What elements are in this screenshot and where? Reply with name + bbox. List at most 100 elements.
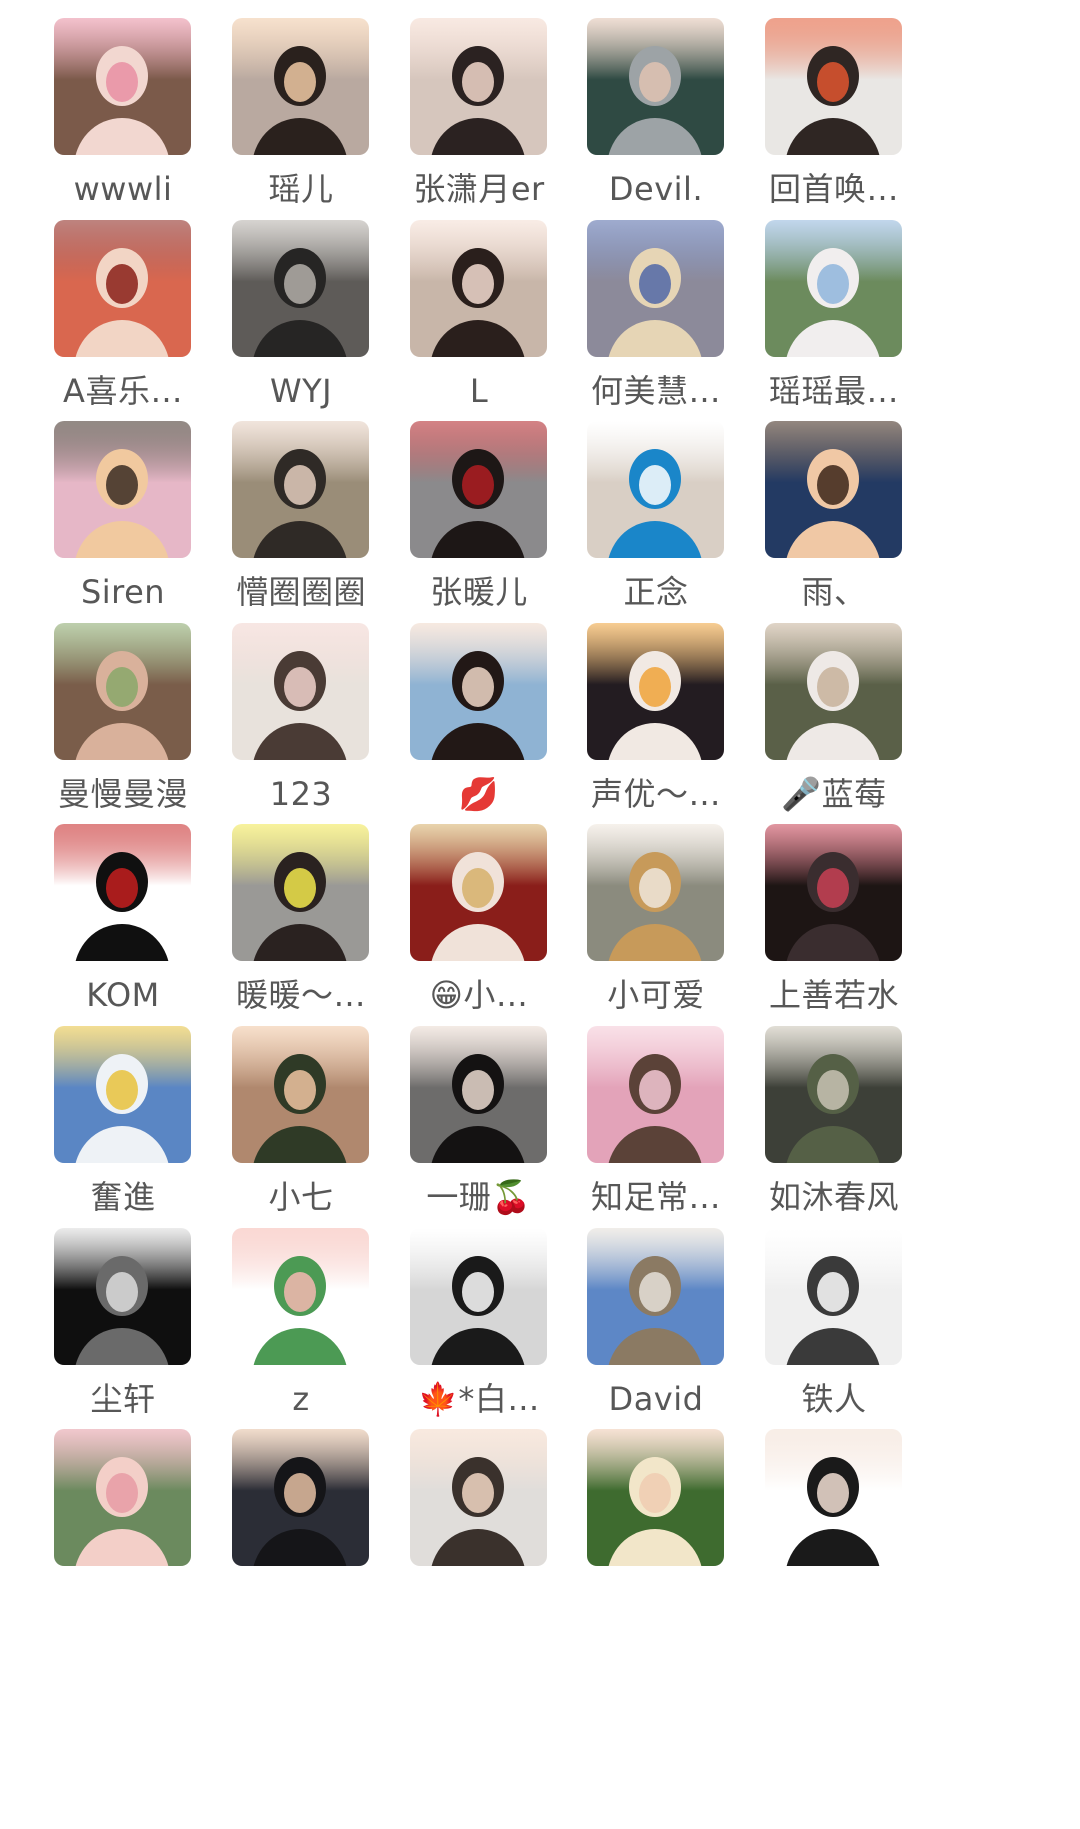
avatar-red-calligraphy-art[interactable] — [54, 220, 191, 357]
member-cell[interactable]: 💋 — [376, 623, 582, 849]
avatar-dark-spotlight-figure[interactable] — [54, 1228, 191, 1365]
avatar-cyclists-mountain-road-photo[interactable] — [587, 1228, 724, 1365]
avatar-woman-selfie-portrait-photo[interactable] — [410, 18, 547, 155]
member-cell[interactable]: 何美慧… — [553, 220, 759, 446]
member-cell[interactable]: 小七 — [198, 1026, 404, 1252]
member-cell[interactable] — [198, 1429, 404, 1655]
member-cell[interactable]: z — [198, 1228, 404, 1454]
avatar-woman-crowd-night-photo[interactable] — [232, 1429, 369, 1566]
member-name: 奮進 — [90, 1178, 156, 1216]
member-name: David — [608, 1380, 704, 1418]
member-name: z — [292, 1380, 310, 1418]
member-cell[interactable]: KOM — [20, 824, 226, 1050]
avatar-girl-lying-in-garden-photo[interactable] — [765, 623, 902, 760]
member-cell[interactable]: WYJ — [198, 220, 404, 446]
avatar-buddha-statue-pink-sky-photo[interactable] — [587, 1026, 724, 1163]
member-cell[interactable]: 张暖儿 — [376, 421, 582, 647]
avatar-face-covered-by-hands-painted-photo[interactable] — [765, 18, 902, 155]
member-cell[interactable]: 瑶儿 — [198, 18, 404, 244]
avatar-woman-arms-raised-sunset-photo[interactable] — [232, 1026, 369, 1163]
member-cell[interactable]: 张潇月er — [376, 18, 582, 244]
member-name: 曼慢曼漫 — [57, 775, 188, 813]
avatar-girl-with-cat-photo[interactable] — [410, 220, 547, 357]
member-cell[interactable]: 123 — [198, 623, 404, 849]
member-cell[interactable]: 铁人 — [731, 1228, 937, 1454]
avatar-woman-red-scarf-portrait-photo[interactable] — [410, 421, 547, 558]
member-name: 小七 — [268, 1178, 334, 1216]
avatar-girl-with-giraffes-photo[interactable] — [587, 824, 724, 961]
avatar-little-girl-sitting-photo[interactable] — [232, 421, 369, 558]
member-cell[interactable]: 正念 — [553, 421, 759, 647]
avatar-woman-black-feathers-photo[interactable] — [410, 1026, 547, 1163]
avatar-illustrated-girl-with-bear[interactable] — [587, 623, 724, 760]
member-name: 暖暖～… — [235, 976, 366, 1014]
member-cell[interactable]: 一珊🍒 — [376, 1026, 582, 1252]
avatar-cat-face-pink-hood-photo[interactable] — [54, 421, 191, 558]
member-cell[interactable]: A喜乐… — [20, 220, 226, 446]
avatar-pink-bow-wedding-photo[interactable] — [54, 1429, 191, 1566]
member-name: Siren — [80, 573, 166, 611]
member-cell[interactable]: 声优～… — [553, 623, 759, 849]
avatar-ink-painting-swordsman[interactable] — [410, 1228, 547, 1365]
avatar-black-calligraphy-characters[interactable] — [54, 824, 191, 961]
member-name: 正念 — [623, 573, 689, 611]
member-cell[interactable]: Siren — [20, 421, 226, 647]
member-cell[interactable]: 小可爱 — [553, 824, 759, 1050]
member-cell[interactable]: 曼慢曼漫 — [20, 623, 226, 849]
member-cell[interactable]: 奮進 — [20, 1026, 226, 1252]
member-cell[interactable]: wwwli — [20, 18, 226, 244]
avatar-girl-at-sunset-sea-photo[interactable] — [232, 18, 369, 155]
avatar-cartoon-green-hair-boy[interactable] — [232, 1228, 369, 1365]
member-name: 🎤蓝莓 — [781, 775, 887, 813]
member-cell[interactable]: 懵圈圈圈 — [198, 421, 404, 647]
member-cell[interactable] — [20, 1429, 226, 1655]
member-cell[interactable] — [731, 1429, 937, 1655]
member-cell[interactable]: 😁小… — [376, 824, 582, 1050]
member-name: 声优～… — [590, 775, 721, 813]
avatar-hello-kitty-train-window-photo[interactable] — [765, 220, 902, 357]
member-cell[interactable]: 🎤蓝莓 — [731, 623, 937, 849]
member-name: 123 — [269, 775, 333, 813]
avatar-man-in-suit-portrait-photo[interactable] — [587, 18, 724, 155]
avatar-soldiers-group-photo[interactable] — [765, 1026, 902, 1163]
member-cell[interactable]: Devil. — [553, 18, 759, 244]
member-name — [376, 1579, 582, 1621]
member-cell[interactable]: 🍁*白… — [376, 1228, 582, 1454]
member-cell[interactable]: 如沐春风 — [731, 1026, 937, 1252]
avatar-anime-girl-praying[interactable] — [232, 623, 369, 760]
avatar-cartoon-boy-headband[interactable] — [765, 421, 902, 558]
avatar-car-interior-steering-wheel-photo[interactable] — [232, 220, 369, 357]
avatar-woman-floral-dress-forest-photo[interactable] — [587, 1429, 724, 1566]
avatar-woman-wind-hair-photo[interactable] — [410, 623, 547, 760]
avatar-toddler-at-table-photo[interactable] — [410, 1429, 547, 1566]
avatar-girl-in-white-hanfu-photo[interactable] — [410, 824, 547, 961]
member-cell[interactable]: L — [376, 220, 582, 446]
member-name: 懵圈圈圈 — [235, 573, 366, 611]
avatar-doraemon-cartoon[interactable] — [587, 421, 724, 558]
member-name: 何美慧… — [590, 372, 721, 410]
member-name: WYJ — [269, 372, 333, 410]
member-name: 小可爱 — [607, 976, 705, 1014]
member-cell[interactable]: 暖暖～… — [198, 824, 404, 1050]
member-name: 张潇月er — [413, 170, 545, 208]
avatar-woman-profile-yellow-shape[interactable] — [232, 824, 369, 961]
member-cell[interactable] — [553, 1429, 759, 1655]
avatar-fighter-jet-carrier-photo[interactable] — [54, 1026, 191, 1163]
member-cell[interactable]: 雨、 — [731, 421, 937, 647]
avatar-cartoon-boy-black-hair[interactable] — [765, 1429, 902, 1566]
member-cell[interactable]: 知足常… — [553, 1026, 759, 1252]
member-cell[interactable]: 尘轩 — [20, 1228, 226, 1454]
member-name — [731, 1579, 937, 1621]
member-cell[interactable]: 回首唤… — [731, 18, 937, 244]
member-cell[interactable]: 瑶瑶最… — [731, 220, 937, 446]
avatar-woman-green-dress-photo[interactable] — [54, 623, 191, 760]
member-grid: wwwli 瑶儿 张潇月er Devil. 回首唤… A喜乐… WYJ L 何美慧… 瑶瑶最… Si… — [0, 0, 1080, 1829]
member-cell[interactable]: David — [553, 1228, 759, 1454]
member-cell[interactable] — [376, 1429, 582, 1655]
avatar-girl-holding-pink-flowers-photo[interactable] — [54, 18, 191, 155]
member-name: Devil. — [608, 170, 704, 208]
member-cell[interactable]: 上善若水 — [731, 824, 937, 1050]
avatar-woman-floral-dress-dark-photo[interactable] — [765, 824, 902, 961]
avatar-ink-samurai-straw-hat[interactable] — [765, 1228, 902, 1365]
avatar-cat-with-glasses-book-photo[interactable] — [587, 220, 724, 357]
